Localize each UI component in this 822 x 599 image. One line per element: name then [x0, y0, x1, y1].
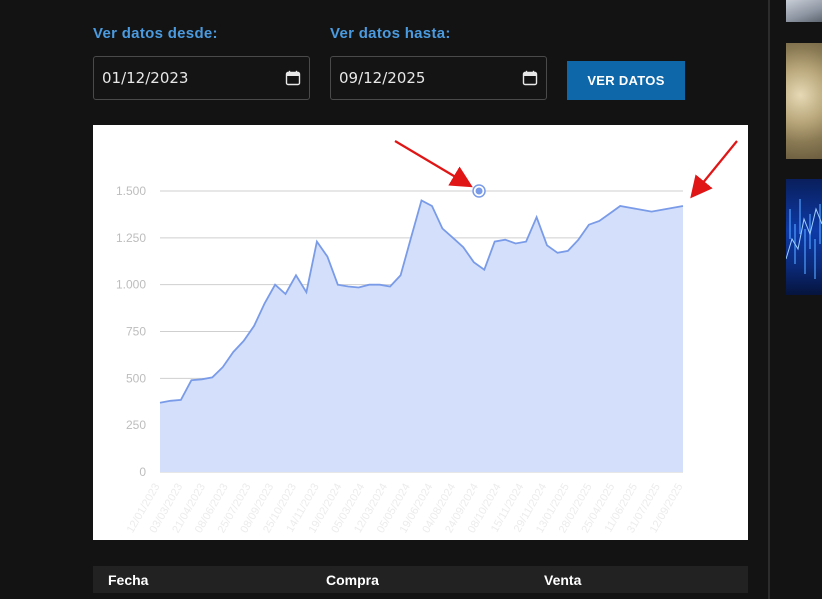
y-tick-label: 1.500 [116, 184, 146, 198]
chart-svg: 02505007501.0001.2501.50012/01/202303/03… [116, 140, 738, 535]
y-tick-label: 1.250 [116, 231, 146, 245]
y-tick-label: 0 [139, 465, 146, 479]
y-tick-label: 500 [126, 371, 146, 385]
market-chart-image [786, 199, 822, 279]
calendar-icon[interactable] [522, 70, 538, 86]
y-tick-label: 1.000 [116, 278, 146, 292]
price-chart: 0 250 500 750 1.000 1.250 1.500 12/01/2023 03/03… [93, 125, 748, 540]
news-thumbnail[interactable] [786, 43, 822, 159]
sidebar [770, 0, 822, 599]
column-header-fecha: Fecha [108, 572, 149, 588]
to-date-input[interactable]: 09/12/2025 [330, 56, 547, 100]
to-date-value: 09/12/2025 [339, 69, 426, 87]
y-tick-label: 250 [126, 418, 146, 432]
news-thumbnail[interactable] [786, 0, 822, 22]
column-header-venta: Venta [544, 572, 582, 588]
page: Ver datos desde: Ver datos hasta: 01/12/… [0, 0, 822, 599]
annotation-arrow [690, 140, 738, 199]
main-content: Ver datos desde: Ver datos hasta: 01/12/… [0, 0, 768, 599]
view-data-button[interactable]: VER DATOS [567, 61, 685, 100]
from-date-label: Ver datos desde: [93, 25, 218, 42]
annotation-arrow [394, 140, 473, 188]
to-date-label: Ver datos hasta: [330, 25, 451, 42]
from-date-value: 01/12/2023 [102, 69, 189, 87]
news-thumbnail[interactable] [786, 179, 822, 295]
calendar-icon[interactable] [285, 70, 301, 86]
table-header: Fecha Compra Venta [93, 566, 748, 593]
series-area [160, 200, 683, 472]
column-header-compra: Compra [326, 572, 379, 588]
highlight-point [475, 187, 483, 195]
from-date-input[interactable]: 01/12/2023 [93, 56, 310, 100]
y-tick-label: 750 [126, 325, 146, 339]
